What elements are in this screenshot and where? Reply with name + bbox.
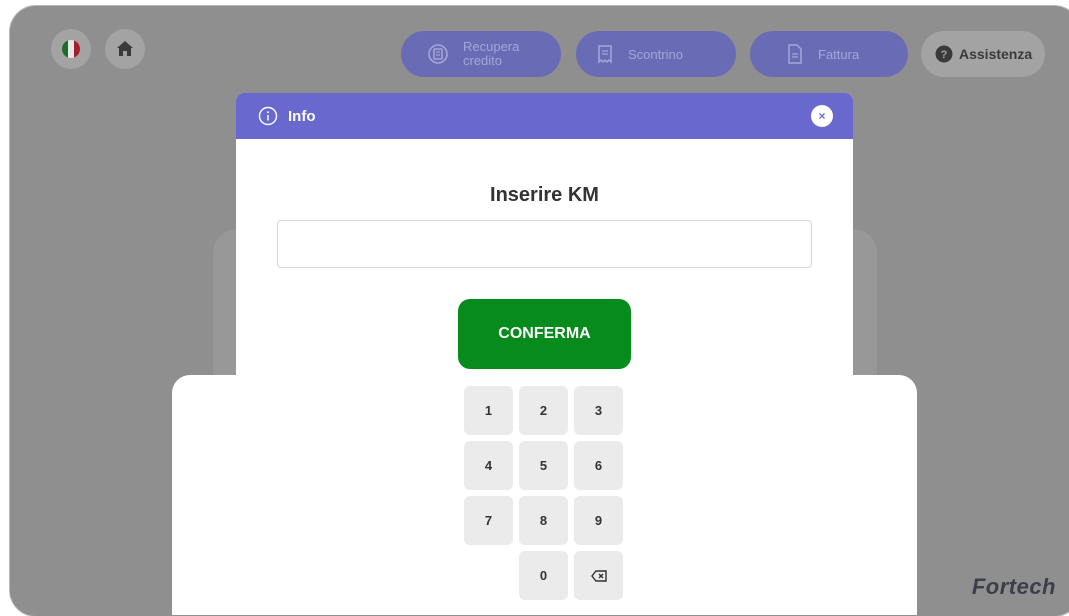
close-icon: ×: [818, 109, 826, 123]
scontrino-button[interactable]: Scontrino: [576, 31, 736, 77]
backspace-key[interactable]: [574, 551, 623, 600]
key-0[interactable]: 0: [519, 551, 568, 600]
fattura-label: Fattura: [818, 46, 860, 62]
italian-flag-icon: [62, 40, 80, 58]
keypad-panel: 1 2 3 4 5 6 7 8 9 0: [172, 375, 917, 615]
language-button[interactable]: [51, 29, 91, 69]
assistenza-button[interactable]: ? Assistenza: [921, 31, 1045, 77]
key-4[interactable]: 4: [464, 441, 513, 490]
key-8[interactable]: 8: [519, 496, 568, 545]
help-icon: ?: [935, 45, 953, 63]
key-9[interactable]: 9: [574, 496, 623, 545]
km-input[interactable]: [277, 220, 812, 268]
key-3[interactable]: 3: [574, 386, 623, 435]
refresh-receipt-icon: [428, 44, 448, 64]
close-button[interactable]: ×: [811, 105, 833, 127]
fattura-button[interactable]: Fattura: [750, 31, 908, 77]
key-6[interactable]: 6: [574, 441, 623, 490]
modal-title: Info: [288, 107, 316, 125]
brand-logo: Fortech: [971, 574, 1056, 599]
scontrino-label: Scontrino: [628, 46, 683, 62]
info-modal: Info × Inserire KM CONFERMA: [236, 93, 853, 375]
key-2[interactable]: 2: [519, 386, 568, 435]
info-icon: [258, 106, 278, 126]
modal-body: Inserire KM CONFERMA: [236, 184, 853, 369]
numeric-keypad: 1 2 3 4 5 6 7 8 9 0: [464, 386, 623, 600]
key-5[interactable]: 5: [519, 441, 568, 490]
svg-text:?: ?: [941, 49, 948, 61]
receipt-icon: [598, 45, 612, 64]
key-1[interactable]: 1: [464, 386, 513, 435]
km-heading: Inserire KM: [490, 184, 599, 206]
recupera-credito-button[interactable]: Recupera credito: [401, 31, 561, 77]
recupera-credito-label: Recupera credito: [463, 39, 520, 68]
home-icon: [117, 41, 133, 56]
invoice-icon: [788, 44, 802, 64]
home-button[interactable]: [105, 29, 145, 69]
modal-header: Info ×: [236, 93, 853, 139]
key-7[interactable]: 7: [464, 496, 513, 545]
assistenza-label: Assistenza: [959, 46, 1033, 62]
keypad-spacer: [464, 551, 513, 600]
backspace-icon: [590, 569, 607, 582]
confirm-button[interactable]: CONFERMA: [458, 299, 631, 369]
